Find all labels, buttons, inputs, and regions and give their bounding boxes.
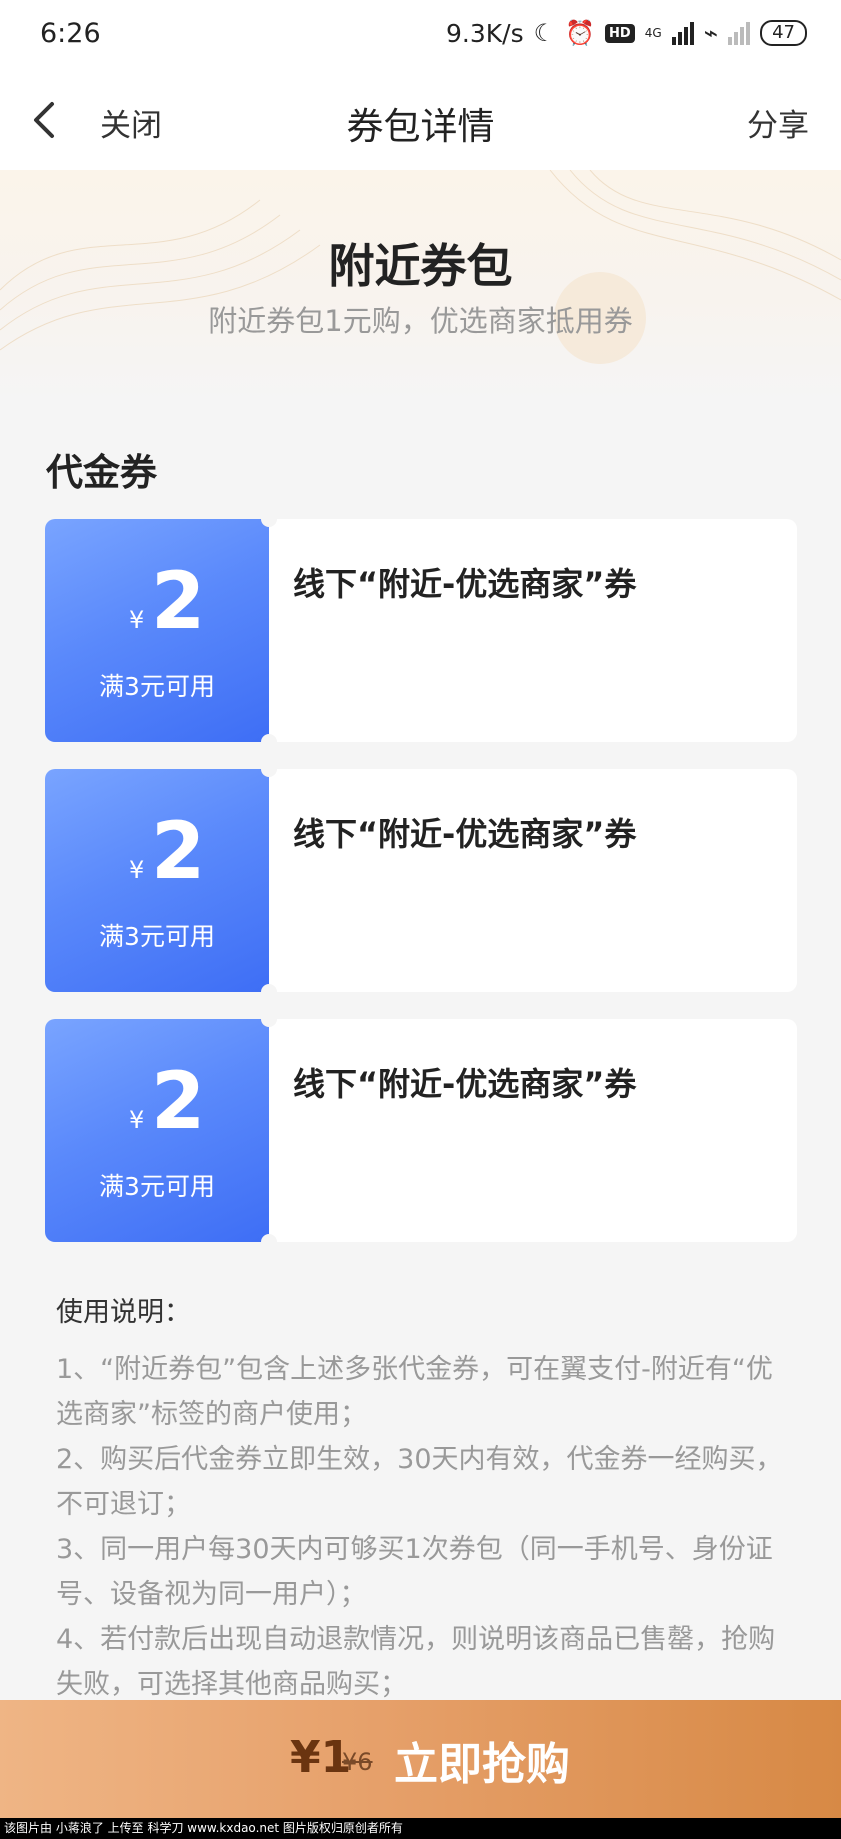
coupon-card[interactable]: ¥ 2 满3元可用 线下“附近-优选商家”券	[45, 1019, 797, 1242]
coupon-value: 2	[151, 807, 206, 897]
instruction-item: 4、若付款后出现自动退款情况，则说明该商品已售罄，抢购失败，可选择其他商品购买；	[56, 1624, 776, 1700]
coupon-card[interactable]: ¥ 2 满3元可用 线下“附近-优选商家”券	[45, 519, 797, 742]
coupon-amount-panel: ¥ 2 满3元可用	[45, 1019, 269, 1242]
original-price: ¥6	[342, 1748, 373, 1776]
coupon-value: 2	[151, 557, 206, 647]
section-title: 代金券	[46, 451, 157, 494]
hero-subtitle: 附近券包1元购，优选商家抵用券	[208, 304, 633, 338]
coupon-condition: 满3元可用	[99, 922, 215, 951]
hero-title: 附近券包	[328, 239, 513, 293]
network-speed: 9.3K/s	[446, 18, 524, 48]
moon-icon: ☾	[533, 19, 556, 47]
instruction-item: 2、购买后代金券立即生效，30天内有效，代金券一经购买，不可退订；	[56, 1444, 783, 1520]
usage-instructions: 使用说明： 1、“附近券包”包含上述多张代金券，可在翼支付-附近有“优选商家”标…	[56, 1290, 796, 1707]
instructions-title: 使用说明：	[56, 1297, 191, 1328]
coupon-notch	[261, 734, 277, 742]
signal-secondary-icon	[728, 21, 751, 45]
coupon-notch	[261, 984, 277, 992]
coupon-currency: ¥	[129, 1106, 145, 1134]
buy-now-label: 立即抢购	[394, 1739, 570, 1790]
coupon-currency: ¥	[129, 856, 145, 884]
coupon-amount-panel: ¥ 2 满3元可用	[45, 519, 269, 742]
buy-now-button[interactable]: ¥1 ¥6 立即抢购	[0, 1700, 841, 1818]
coupon-condition: 满3元可用	[99, 1172, 215, 1201]
close-button[interactable]: 关闭	[100, 100, 162, 145]
alarm-icon: ⏰	[565, 19, 596, 47]
nav-bar: 关闭 券包详情 分享	[0, 70, 841, 170]
coupon-name: 线下“附近-优选商家”券	[293, 1065, 637, 1103]
status-time: 6:26	[40, 18, 101, 49]
hd-icon: HD	[605, 23, 635, 43]
status-icons: 9.3K/s ☾ ⏰ HD 4G ⌁ 47	[446, 18, 807, 48]
coupon-name: 线下“附近-优选商家”券	[293, 815, 637, 853]
instruction-item: 1、“附近券包”包含上述多张代金券，可在翼支付-附近有“优选商家”标签的商户使用…	[56, 1354, 773, 1430]
coupon-value: 2	[151, 1057, 206, 1147]
signal-icon	[671, 21, 694, 45]
battery-icon: 47	[760, 20, 807, 46]
coupon-amount-panel: ¥ 2 满3元可用	[45, 769, 269, 992]
coupon-notch	[261, 1234, 277, 1242]
share-button[interactable]: 分享	[747, 100, 809, 145]
hero-banner: 附近券包 附近券包1元购，优选商家抵用券	[0, 170, 841, 400]
network-type: 4G	[644, 26, 662, 40]
instruction-item: 3、同一用户每30天内可够买1次券包（同一手机号、身份证号、设备视为同一用户）；	[56, 1534, 773, 1610]
wifi-off-icon: ⌁	[703, 19, 719, 47]
chevron-left-icon[interactable]	[26, 98, 66, 142]
coupon-name: 线下“附近-优选商家”券	[293, 565, 637, 603]
coupon-currency: ¥	[129, 606, 145, 634]
watermark-text: 该图片由 小蒋浪了 上传至 科学刀 www.kxdao.net 图片版权归原创者…	[0, 1818, 841, 1839]
coupon-condition: 满3元可用	[99, 672, 215, 701]
status-bar: 6:26 9.3K/s ☾ ⏰ HD 4G ⌁ 47	[0, 0, 841, 70]
coupon-card[interactable]: ¥ 2 满3元可用 线下“附近-优选商家”券	[45, 769, 797, 992]
